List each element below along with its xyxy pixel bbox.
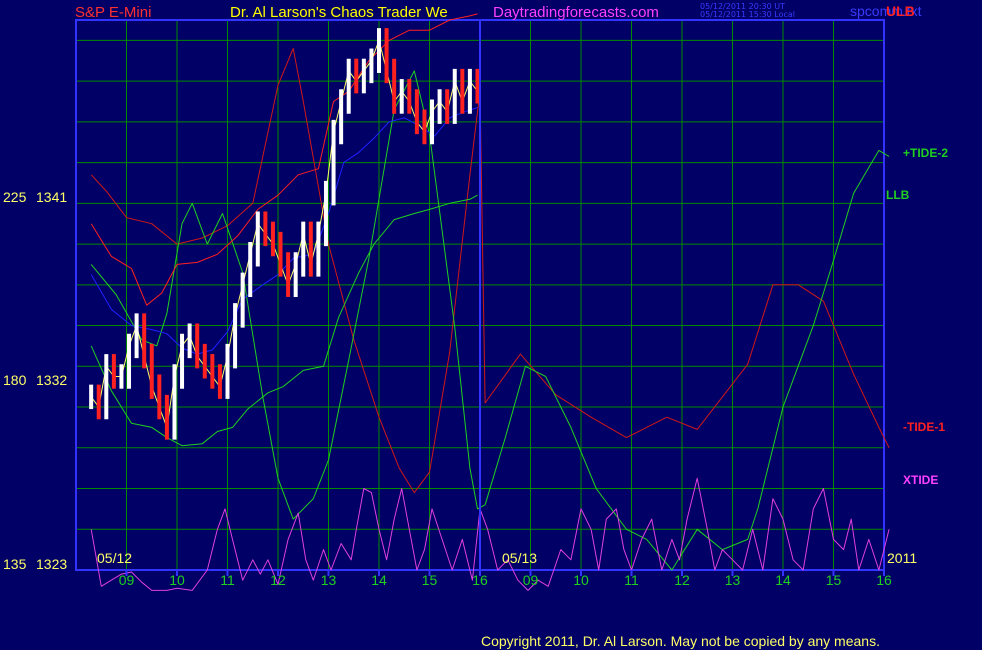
x-tick-label: 10 (169, 572, 185, 588)
x-tick-label: 15 (422, 572, 438, 588)
timestamp-local: 05/12/2011 15:30 Local (700, 10, 795, 19)
x-tick-label: 12 (270, 572, 286, 588)
chart-background (0, 0, 982, 650)
series-label-tide-minus-1: -TIDE-1 (903, 420, 945, 434)
chaos-trader-chart: S&P E-Mini Dr. Al Larson's Chaos Trader … (0, 0, 982, 650)
x-tick-label: 16 (876, 572, 892, 588)
date-label-0512: 05/12 (97, 550, 132, 566)
y-tick-right-1332: 1332 (36, 372, 67, 388)
x-tick-label: 14 (371, 572, 387, 588)
site-url[interactable]: Daytradingforecasts.com (493, 4, 659, 21)
x-tick-label: 12 (674, 572, 690, 588)
x-tick-label: 10 (573, 572, 589, 588)
x-tick-label: 13 (321, 572, 337, 588)
x-tick-label: 11 (220, 572, 235, 588)
x-tick-label: 09 (119, 572, 135, 588)
y-tick-left-1341: 225 (3, 189, 27, 205)
x-tick-label: 14 (775, 572, 791, 588)
date-label-0513: 05/13 (502, 550, 537, 566)
x-tick-label: 15 (826, 572, 842, 588)
y-tick-right-1341: 1341 (36, 189, 67, 205)
x-tick-label: 11 (624, 572, 639, 588)
series-label-xtide: XTIDE (903, 473, 938, 487)
copyright-notice: Copyright 2011, Dr. Al Larson. May not b… (481, 633, 880, 649)
y-tick-right-1323: 1323 (36, 556, 67, 572)
x-tick-label: 13 (725, 572, 741, 588)
year-label: 2011 (887, 550, 917, 566)
series-label-ulb: ULB (886, 3, 915, 19)
y-tick-left-1323: 135 (3, 556, 27, 572)
site-title: Dr. Al Larson's Chaos Trader We (230, 4, 448, 21)
x-tick-label: 09 (523, 572, 539, 588)
y-tick-left-1332: 180 (3, 372, 27, 388)
series-label-tide-plus-2: +TIDE-2 (903, 146, 948, 160)
series-label-llb: LLB (886, 188, 910, 202)
x-tick-label: 16 (472, 572, 488, 588)
market-title: S&P E-Mini (75, 4, 151, 21)
